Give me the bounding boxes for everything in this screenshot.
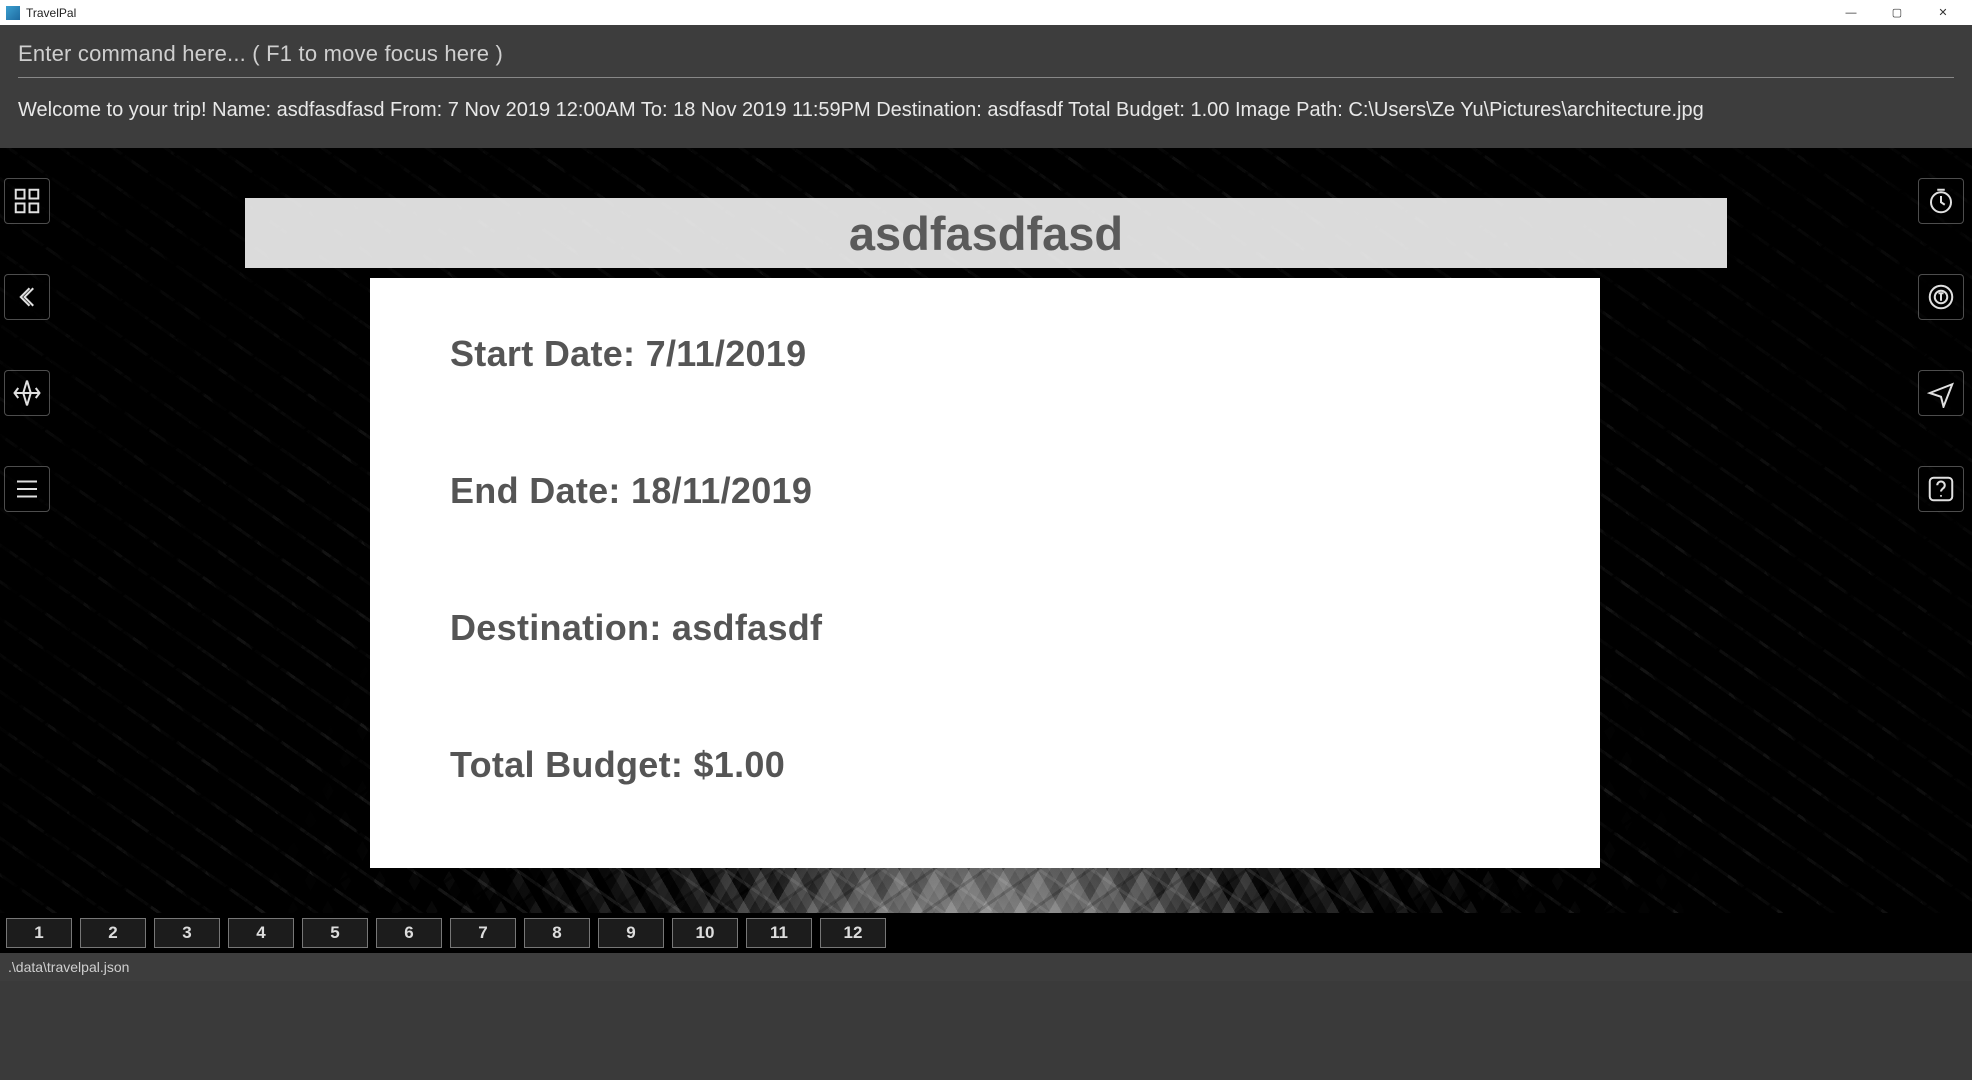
welcome-message: Welcome to your trip! Name: asdfasdfasd … <box>18 96 1954 124</box>
day-button[interactable]: 4 <box>228 918 294 948</box>
day-button[interactable]: 10 <box>672 918 738 948</box>
grid-icon[interactable] <box>4 178 50 224</box>
back-icon[interactable] <box>4 274 50 320</box>
destination: Destination: asdfasdf <box>450 607 1520 649</box>
clock-icon[interactable] <box>1918 178 1964 224</box>
end-date: End Date: 18/11/2019 <box>450 470 1520 512</box>
day-button[interactable]: 2 <box>80 918 146 948</box>
window-titlebar: TravelPal — ▢ ✕ <box>0 0 1972 25</box>
start-date: Start Date: 7/11/2019 <box>450 333 1520 375</box>
maximize-button[interactable]: ▢ <box>1874 0 1920 25</box>
day-button[interactable]: 9 <box>598 918 664 948</box>
day-button[interactable]: 3 <box>154 918 220 948</box>
coin-icon[interactable] <box>1918 274 1964 320</box>
command-input[interactable]: Enter command here... ( F1 to move focus… <box>18 37 1954 78</box>
minimize-button[interactable]: — <box>1828 0 1874 25</box>
day-button[interactable]: 11 <box>746 918 812 948</box>
close-button[interactable]: ✕ <box>1920 0 1966 25</box>
day-button[interactable]: 5 <box>302 918 368 948</box>
header-panel: Enter command here... ( F1 to move focus… <box>0 25 1972 148</box>
day-button[interactable]: 7 <box>450 918 516 948</box>
right-toolbar <box>1918 178 1968 512</box>
day-strip: 1 2 3 4 5 6 7 8 9 10 11 12 <box>0 913 1972 953</box>
day-button[interactable]: 6 <box>376 918 442 948</box>
flight-icon[interactable] <box>1918 370 1964 416</box>
app-icon <box>6 6 20 20</box>
status-bar: .\data\travelpal.json <box>0 953 1972 981</box>
day-button[interactable]: 12 <box>820 918 886 948</box>
day-button[interactable]: 8 <box>524 918 590 948</box>
data-file-path: .\data\travelpal.json <box>8 959 129 975</box>
trip-name-banner: asdfasdfasd <box>245 198 1727 268</box>
trip-name: asdfasdfasd <box>849 206 1123 261</box>
trip-details-card: Start Date: 7/11/2019 End Date: 18/11/20… <box>370 278 1600 868</box>
day-button[interactable]: 1 <box>6 918 72 948</box>
main-view: asdfasdfasd Start Date: 7/11/2019 End Da… <box>0 148 1972 913</box>
list-icon[interactable] <box>4 466 50 512</box>
total-budget: Total Budget: $1.00 <box>450 744 1520 786</box>
plane-icon[interactable] <box>4 370 50 416</box>
help-icon[interactable] <box>1918 466 1964 512</box>
window-title: TravelPal <box>26 6 1828 20</box>
left-toolbar <box>4 178 54 512</box>
